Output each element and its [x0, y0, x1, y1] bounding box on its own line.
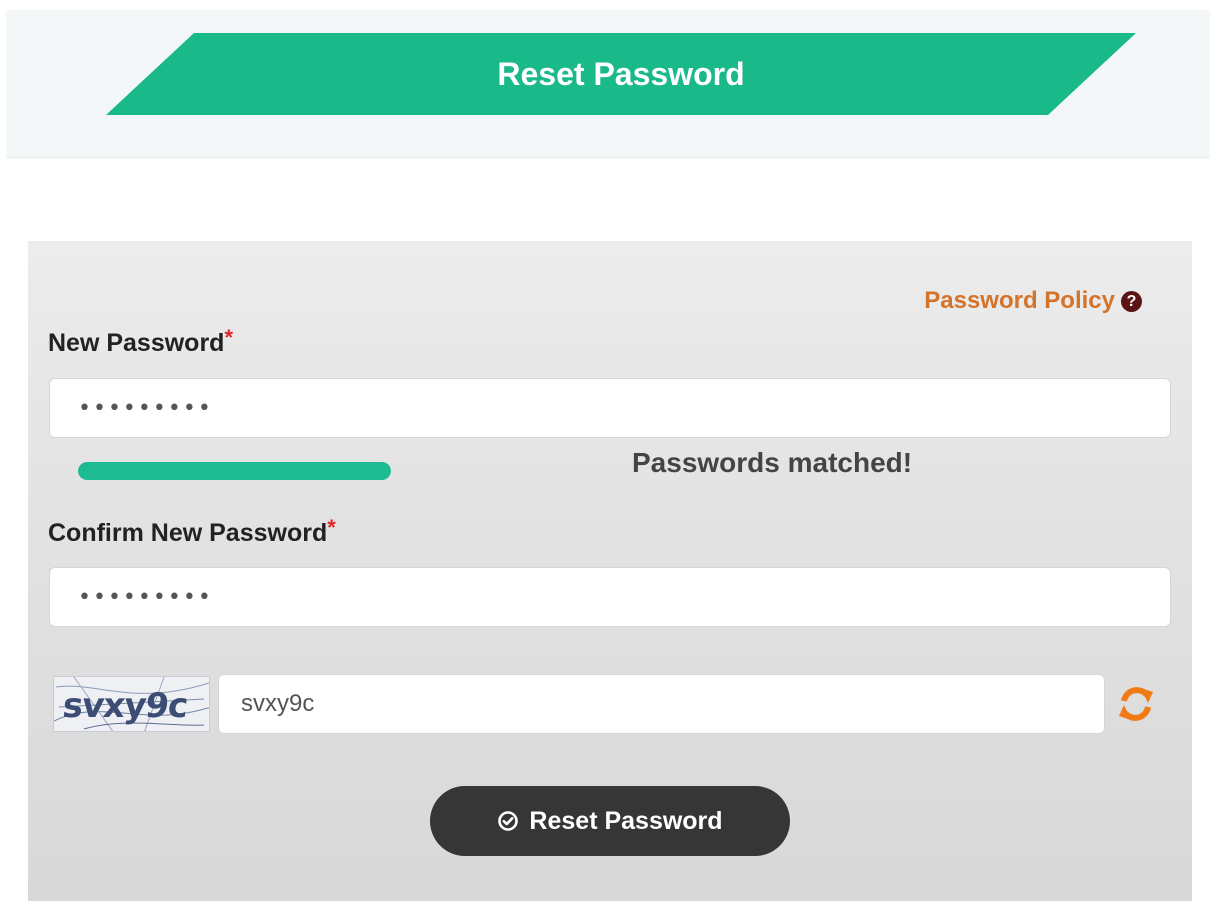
- password-strength-fill: [78, 462, 391, 480]
- question-circle-icon: ?: [1121, 290, 1142, 312]
- new-password-input[interactable]: [49, 378, 1171, 438]
- required-marker: *: [224, 325, 234, 350]
- password-strength-bar: [78, 462, 391, 480]
- new-password-label: New Password*: [48, 325, 233, 358]
- password-policy-link[interactable]: Password Policy ?: [924, 287, 1142, 315]
- confirm-password-label: Confirm New Password*: [48, 515, 336, 548]
- required-marker: *: [327, 515, 336, 540]
- svg-text:svxy9c: svxy9c: [61, 686, 189, 726]
- confirm-password-label-text: Confirm New Password: [48, 519, 328, 547]
- check-circle-icon: [498, 811, 519, 831]
- password-match-message: Passwords matched!: [632, 447, 913, 478]
- captcha-input[interactable]: [218, 674, 1105, 734]
- new-password-label-text: New Password: [48, 329, 225, 357]
- header-band: Reset Password: [6, 10, 1210, 158]
- header-banner: Reset Password: [106, 33, 1136, 115]
- page-title: Reset Password: [497, 56, 745, 92]
- captcha-image: svxy9c: [53, 676, 210, 732]
- reset-password-button[interactable]: Reset Password: [430, 786, 790, 856]
- confirm-password-input[interactable]: [49, 567, 1171, 627]
- refresh-icon[interactable]: [1116, 684, 1156, 724]
- reset-password-button-label: Reset Password: [529, 806, 723, 835]
- captcha-graphic: svxy9c: [54, 677, 209, 731]
- password-policy-label: Password Policy: [924, 287, 1115, 314]
- reset-password-form: Password Policy ? New Password* Password…: [28, 241, 1192, 901]
